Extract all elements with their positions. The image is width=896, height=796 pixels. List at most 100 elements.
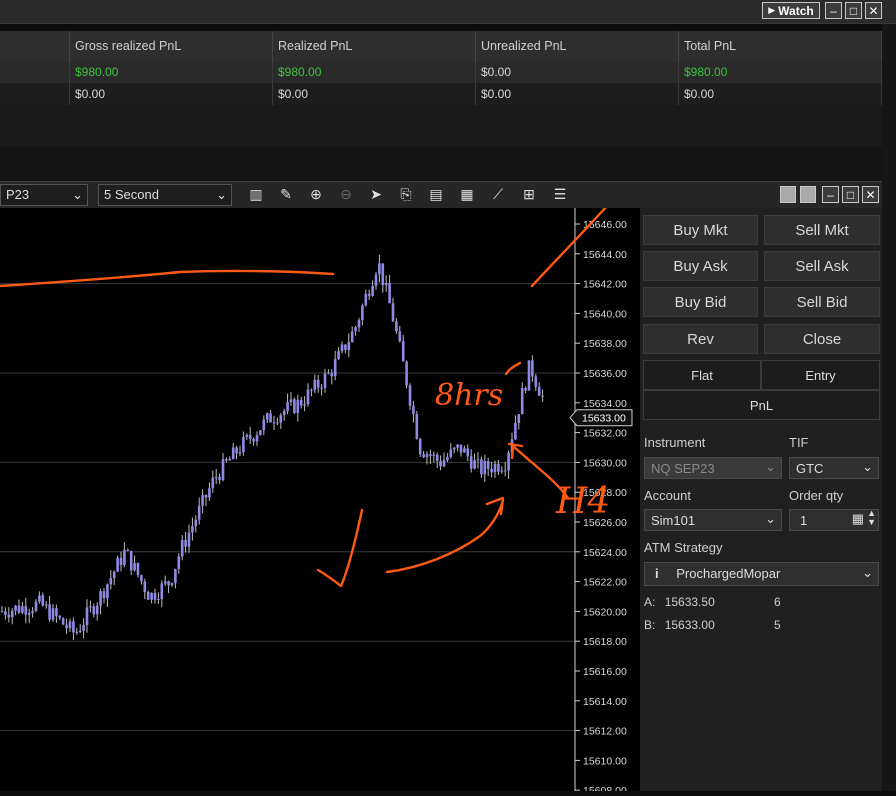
pointer-icon[interactable]: ➤: [367, 186, 385, 204]
buy-ask-button[interactable]: Buy Ask: [643, 251, 758, 281]
price-label: 15644.00: [583, 249, 627, 261]
price-label: 15632.00: [583, 428, 627, 440]
candle-body: [507, 452, 510, 471]
entry-tab[interactable]: Entry: [761, 360, 880, 390]
order-qty-stepper[interactable]: 1 ▦ ▲ ▼: [789, 509, 879, 531]
candle-body: [174, 569, 177, 584]
candle-body: [252, 438, 255, 442]
candle-body: [534, 376, 538, 387]
price-label: 15638.00: [583, 338, 627, 350]
annotation-arrow: [385, 498, 505, 574]
atm-strategy-dropdown[interactable]: i ProchargedMopar ⌄: [644, 562, 879, 586]
candles: [0, 254, 544, 640]
table-row[interactable]: $0.00 $0.00 $0.00 $0.00: [0, 83, 882, 105]
candle-body: [85, 607, 89, 626]
maximize-icon: □: [846, 187, 855, 202]
tile-icon[interactable]: [780, 186, 796, 203]
gross-realized-cell: $980.00: [70, 61, 273, 83]
candle-body: [357, 320, 361, 328]
candle-body: [160, 583, 164, 600]
candle-body: [452, 447, 456, 450]
buy-mkt-button[interactable]: Buy Mkt: [643, 215, 758, 245]
play-icon: ▶: [768, 5, 776, 15]
candle-body: [242, 436, 245, 453]
list-icon[interactable]: ☰: [551, 186, 569, 204]
maximize-button[interactable]: □: [845, 2, 862, 19]
price-label: 15620.00: [583, 606, 627, 618]
header-gross-realized[interactable]: Gross realized PnL: [70, 31, 273, 61]
minimize-button[interactable]: –: [825, 2, 842, 19]
price-label: 15634.00: [583, 398, 627, 410]
candle-body: [500, 470, 504, 472]
close-button[interactable]: ✕: [862, 186, 879, 203]
strategies-icon[interactable]: ⟋: [489, 186, 507, 204]
zoom-in-icon[interactable]: ⊕: [307, 186, 325, 204]
candle-body: [31, 610, 34, 613]
candle-body: [401, 341, 405, 362]
chart-grid: [0, 283, 575, 732]
price-label: 15624.00: [583, 547, 627, 559]
candle-body: [493, 463, 497, 473]
bar-type-icon[interactable]: ▥: [247, 186, 265, 204]
instrument-selector[interactable]: P23 ⌄: [0, 184, 88, 206]
candle-body: [27, 612, 31, 615]
account-dropdown[interactable]: Sim101 ⌄: [644, 509, 782, 531]
data-box-icon[interactable]: ⎘: [397, 186, 415, 204]
pencil-icon[interactable]: ✎: [277, 186, 295, 204]
price-label: 15642.00: [583, 279, 627, 291]
candle-body: [350, 331, 354, 343]
row-blank-cell: [0, 83, 70, 105]
buy-bid-button[interactable]: Buy Bid: [643, 287, 758, 317]
chart-canvas[interactable]: 15646.0015644.0015642.0015640.0015638.00…: [0, 88, 695, 796]
interval-selector-value: 5 Second: [104, 187, 159, 202]
candle-body: [412, 405, 415, 415]
flat-tab[interactable]: Flat: [643, 360, 761, 390]
window-gap: [0, 147, 882, 181]
properties-icon[interactable]: ⊞: [520, 186, 538, 204]
price-label: 15636.00: [583, 368, 627, 380]
candle-body: [167, 581, 170, 586]
zoom-out-icon[interactable]: ⊖: [337, 186, 355, 204]
header-unrealized[interactable]: Unrealized PnL: [476, 31, 679, 61]
tif-dropdown[interactable]: GTC ⌄: [789, 457, 879, 479]
candle-body: [163, 581, 167, 584]
candle-body: [483, 461, 487, 475]
spinner-icon[interactable]: ▲ ▼: [867, 509, 876, 527]
calculator-icon[interactable]: ▦: [852, 511, 864, 527]
close-position-button[interactable]: Close: [764, 324, 880, 354]
instrument-selector-value: P23: [6, 187, 30, 202]
tile-icon[interactable]: [800, 186, 816, 203]
rev-button[interactable]: Rev: [643, 324, 758, 354]
candle-body: [170, 583, 174, 586]
candle-body: [44, 604, 48, 606]
candle-body: [21, 606, 24, 613]
info-icon[interactable]: i: [655, 566, 659, 581]
candle-body: [469, 456, 473, 469]
candle-body: [422, 454, 425, 458]
candle-body: [333, 359, 337, 377]
sell-ask-button[interactable]: Sell Ask: [764, 251, 880, 281]
table-row[interactable]: $980.00 $980.00 $0.00 $980.00: [0, 61, 882, 83]
candle-body: [82, 625, 85, 631]
pnl-tab[interactable]: PnL: [643, 390, 880, 420]
chevron-down-icon: ⌄: [765, 511, 776, 526]
maximize-button[interactable]: □: [842, 186, 859, 203]
instrument-dropdown[interactable]: NQ SEP23 ⌄: [644, 457, 782, 479]
sell-bid-button[interactable]: Sell Bid: [764, 287, 880, 317]
candle-body: [323, 373, 327, 389]
candle-body: [218, 476, 221, 480]
candle-body: [296, 399, 300, 413]
chart-trader-icon[interactable]: ▤: [427, 186, 445, 204]
minimize-button[interactable]: –: [822, 186, 839, 203]
header-realized[interactable]: Realized PnL: [273, 31, 476, 61]
candle-body: [235, 447, 238, 454]
candle-body: [109, 577, 113, 585]
watch-button[interactable]: ▶ Watch: [762, 2, 820, 19]
indicators-icon[interactable]: ▦: [458, 186, 476, 204]
price-chart[interactable]: 15646.00 15644.00 15642.00 15640.00 15638.00…: [0, 88, 695, 796]
price-label: 15640.00: [583, 308, 627, 320]
close-button[interactable]: ✕: [865, 2, 882, 19]
interval-selector[interactable]: 5 Second ⌄: [98, 184, 232, 206]
sell-mkt-button[interactable]: Sell Mkt: [764, 215, 880, 245]
header-total[interactable]: Total PnL: [679, 31, 882, 61]
